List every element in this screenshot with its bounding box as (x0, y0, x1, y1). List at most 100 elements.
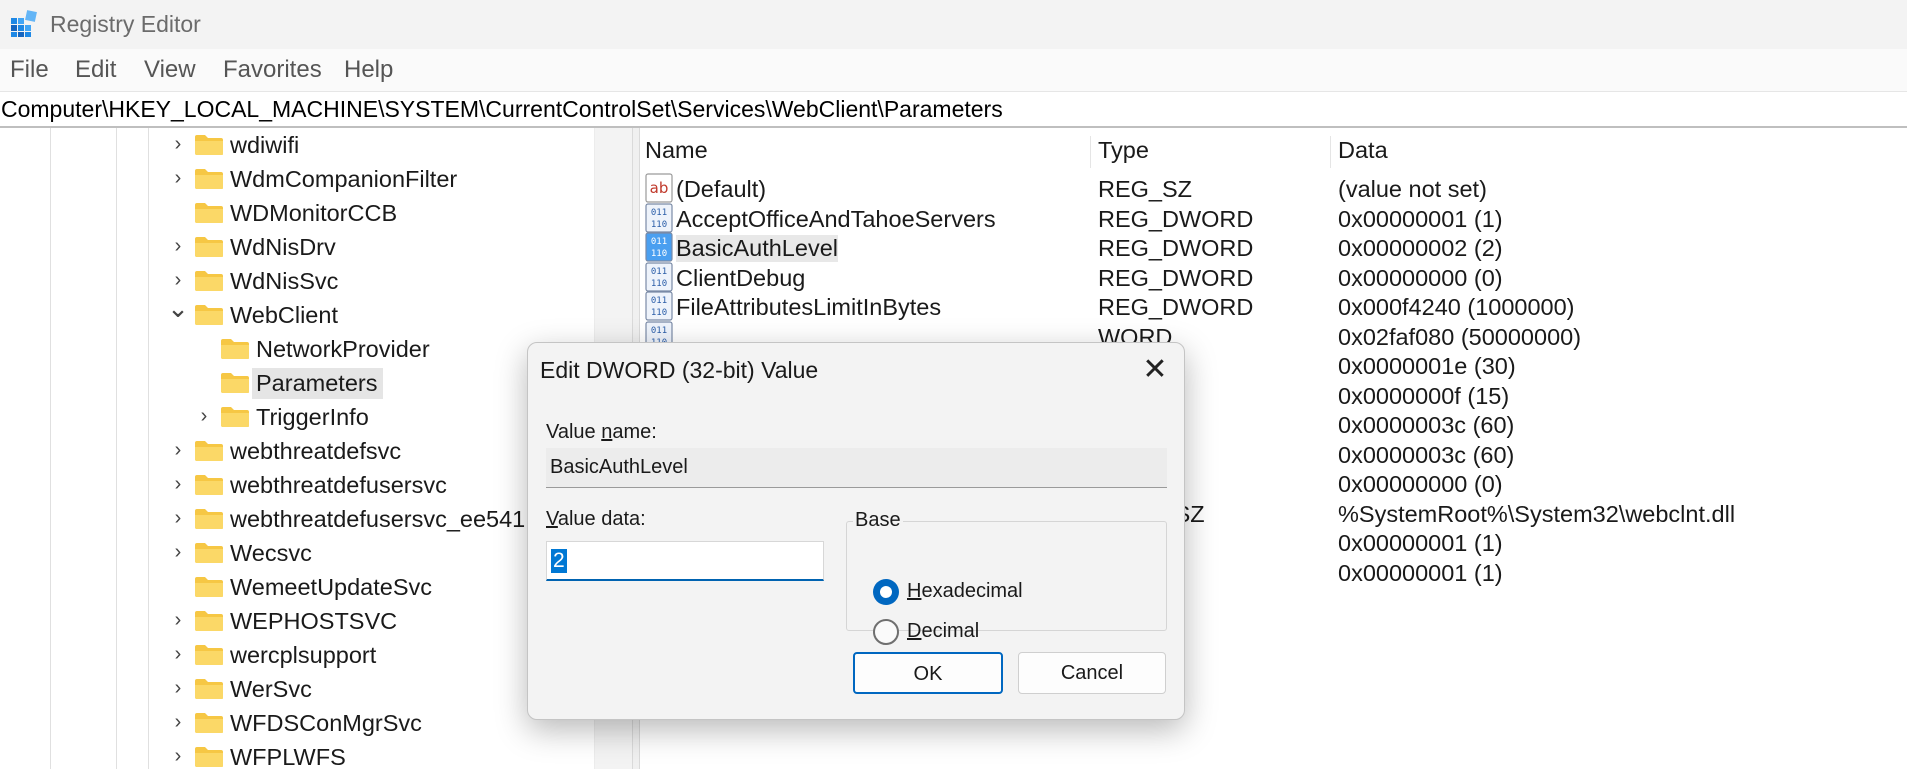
folder-icon (194, 202, 224, 224)
chevron-right-icon[interactable]: › (166, 470, 190, 498)
value-data-input[interactable]: 2 (546, 541, 824, 581)
tree-item[interactable]: › webthreatdefusersvc (0, 468, 594, 502)
address-path[interactable]: Computer\HKEY_LOCAL_MACHINE\SYSTEM\Curre… (1, 96, 1003, 123)
value-name-label: Value name: (546, 421, 657, 443)
tree-item[interactable]: › WdmCompanionFilter (0, 162, 594, 196)
svg-text:110: 110 (651, 279, 667, 289)
tree-item[interactable]: › WFPLWFS (0, 740, 594, 769)
hexadecimal-radio[interactable] (873, 579, 899, 605)
string-value-icon: ab (644, 173, 674, 203)
tree-item[interactable]: WDMonitorCCB (0, 196, 594, 230)
address-bar[interactable]: Computer\HKEY_LOCAL_MACHINE\SYSTEM\Curre… (0, 92, 1907, 128)
folder-icon (194, 236, 224, 258)
svg-text:011: 011 (651, 267, 667, 277)
folder-icon (194, 678, 224, 700)
chevron-right-icon[interactable]: › (192, 402, 216, 430)
folder-icon (194, 610, 224, 632)
tree-item[interactable]: › WFDSConMgrSvc (0, 706, 594, 740)
tree-item[interactable]: ⌄ WebClient (0, 294, 594, 332)
tree-item-label[interactable]: WdmCompanionFilter (226, 164, 463, 195)
decimal-label[interactable]: Decimal (907, 620, 979, 643)
chevron-right-icon[interactable]: › (166, 436, 190, 464)
tree-item[interactable]: › WdNisDrv (0, 230, 594, 264)
chevron-right-icon[interactable]: › (166, 130, 190, 158)
tree-item-label[interactable]: WFPLWFS (226, 742, 352, 769)
svg-text:110: 110 (651, 308, 667, 318)
svg-text:011: 011 (651, 237, 667, 247)
column-header-name[interactable]: Name (645, 137, 708, 164)
tree-item-label[interactable]: Wecsvc (226, 538, 318, 569)
menu-view[interactable]: View (142, 56, 198, 84)
menu-help[interactable]: Help (342, 56, 395, 84)
folder-icon (194, 746, 224, 768)
tree-item[interactable]: NetworkProvider (0, 332, 594, 366)
tree-item-label[interactable]: WebClient (226, 300, 344, 331)
column-separator[interactable] (1090, 136, 1091, 168)
folder-icon (194, 168, 224, 190)
tree-item-label[interactable]: NetworkProvider (252, 334, 436, 365)
folder-icon (220, 338, 250, 360)
tree-item-label[interactable]: wdiwifi (226, 130, 305, 161)
tree-item-label[interactable]: wercplsupport (226, 640, 382, 671)
menu-file[interactable]: File (8, 56, 51, 84)
decimal-radio-option[interactable]: Decimal (873, 618, 1143, 648)
chevron-right-icon[interactable]: › (166, 164, 190, 192)
tree-item-label[interactable]: WemeetUpdateSvc (226, 572, 438, 603)
tree-item[interactable]: › webthreatdefusersvc_ee541 (0, 502, 594, 536)
tree-item[interactable]: › WdNisSvc (0, 264, 594, 298)
column-header-data[interactable]: Data (1338, 137, 1388, 164)
tree-item-label[interactable]: WdNisDrv (226, 232, 342, 263)
folder-icon (194, 542, 224, 564)
cancel-button[interactable]: Cancel (1018, 652, 1166, 694)
chevron-right-icon[interactable]: › (166, 742, 190, 769)
folder-icon (194, 712, 224, 734)
column-separator[interactable] (1330, 136, 1331, 168)
chevron-right-icon[interactable]: › (166, 504, 190, 532)
tree-item-label[interactable]: WEPHOSTSVC (226, 606, 403, 637)
folder-icon (194, 440, 224, 462)
tree-item[interactable]: WemeetUpdateSvc (0, 570, 594, 604)
value-data-text[interactable]: 2 (551, 549, 567, 573)
tree-item[interactable]: › WerSvc (0, 672, 594, 706)
chevron-right-icon[interactable]: › (166, 640, 190, 668)
chevron-right-icon[interactable]: › (166, 232, 190, 260)
tree-item-label[interactable]: TriggerInfo (252, 402, 375, 433)
tree-item[interactable]: Parameters (0, 366, 594, 400)
folder-icon (220, 406, 250, 428)
folder-icon (194, 474, 224, 496)
tree-item-label[interactable]: WdNisSvc (226, 266, 344, 297)
menu-bar: File Edit View Favorites Help (0, 49, 1907, 92)
column-header-type[interactable]: Type (1098, 137, 1149, 164)
tree-item-label[interactable]: WerSvc (226, 674, 318, 705)
tree-item-label[interactable]: WFDSConMgrSvc (226, 708, 428, 739)
binary-value-icon: 011110 (644, 261, 674, 292)
chevron-right-icon[interactable]: › (166, 538, 190, 566)
tree-item[interactable]: › webthreatdefsvc (0, 434, 594, 468)
tree-item[interactable]: › wdiwifi (0, 128, 594, 162)
hexadecimal-radio-option[interactable]: Hexadecimal (873, 578, 1143, 608)
folder-icon (194, 270, 224, 292)
window-title: Registry Editor (50, 11, 201, 37)
chevron-right-icon[interactable]: › (166, 266, 190, 294)
folder-icon (194, 134, 224, 156)
ok-button[interactable]: OK (853, 652, 1003, 694)
chevron-right-icon[interactable]: › (166, 606, 190, 634)
menu-edit[interactable]: Edit (73, 56, 118, 84)
tree-item[interactable]: › WEPHOSTSVC (0, 604, 594, 638)
close-icon[interactable]: ✕ (1136, 351, 1174, 389)
tree-item-label[interactable]: Parameters (252, 368, 384, 399)
chevron-down-icon[interactable]: ⌄ (166, 294, 190, 322)
tree-item-label[interactable]: webthreatdefsvc (226, 436, 407, 467)
tree-item-label[interactable]: WDMonitorCCB (226, 198, 403, 229)
tree-item[interactable]: › Wecsvc (0, 536, 594, 570)
tree-item-label[interactable]: webthreatdefusersvc (226, 470, 453, 501)
hexadecimal-label[interactable]: Hexadecimal (907, 580, 1023, 603)
tree-item-label[interactable]: webthreatdefusersvc_ee541 (226, 504, 531, 535)
chevron-right-icon[interactable]: › (166, 674, 190, 702)
base-groupbox (846, 521, 1167, 631)
tree-item[interactable]: › wercplsupport (0, 638, 594, 672)
menu-favorites[interactable]: Favorites (221, 56, 324, 84)
tree-item[interactable]: › TriggerInfo (0, 400, 594, 434)
decimal-radio[interactable] (873, 619, 899, 645)
chevron-right-icon[interactable]: › (166, 708, 190, 736)
